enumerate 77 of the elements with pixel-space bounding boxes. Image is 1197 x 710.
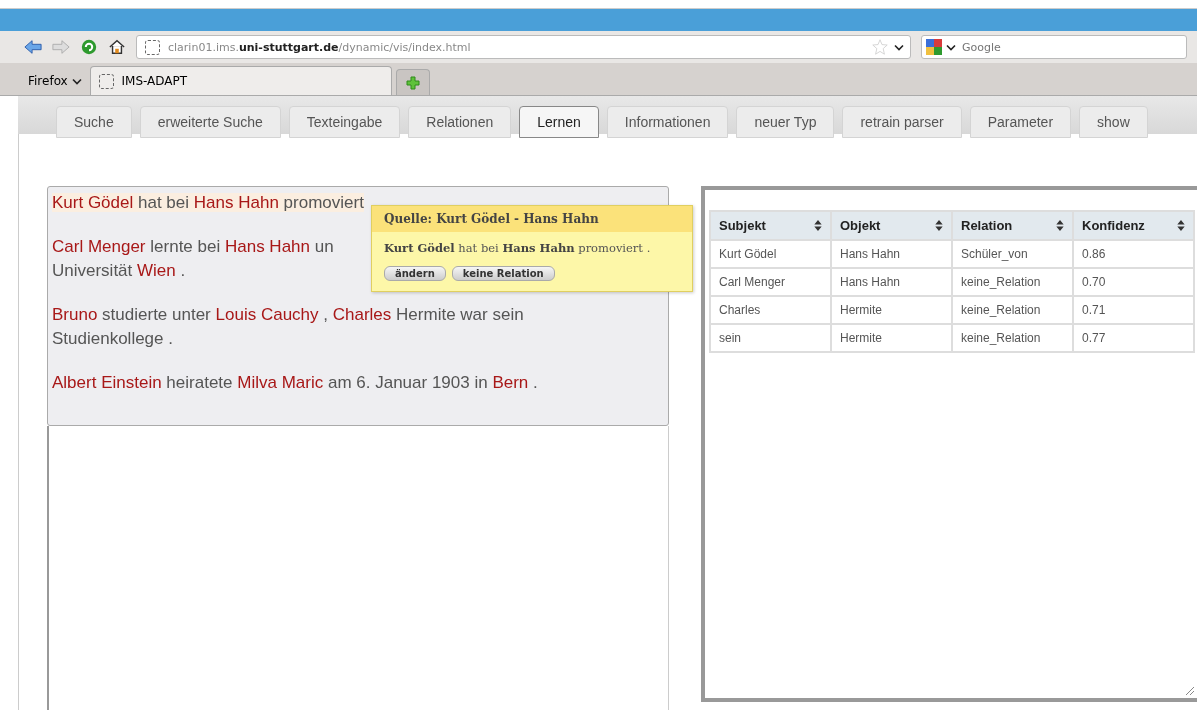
table-cell: keine_Relation [952,268,1073,296]
entity-link[interactable]: Louis Cauchy [215,305,319,324]
nav-tab[interactable]: Relationen [408,106,512,138]
back-arrow-icon[interactable] [24,39,42,55]
sentence-text: Studienkollege . [52,329,173,348]
sort-icon [1056,220,1064,231]
sentence-text: lernte bei [150,237,221,256]
popup-button[interactable]: ändern [384,266,446,281]
sentence-text: hat bei [138,193,190,212]
table-cell: 0.70 [1073,268,1194,296]
nav-tab[interactable]: erweiterte Suche [139,106,281,138]
table-cell: keine_Relation [952,324,1073,352]
sentence-text: un [314,237,334,256]
star-icon[interactable] [872,39,888,55]
table-cell: 0.86 [1073,240,1194,268]
popup-sentence: Kurt Gödel hat bei Hans Hahn promoviert . [383,240,652,257]
table-cell: Charles [710,296,831,324]
nav-tab[interactable]: Suche [56,106,132,138]
sentence-text: studierte unter [102,305,211,324]
new-tab-button[interactable] [395,69,430,95]
search-engine-icon [926,39,942,55]
sentence-text: heiratete [166,373,233,392]
table-cell: Hermite [831,324,952,352]
popup-title: Quelle: Kurt Gödel - Hans Hahn [372,206,692,232]
nav-tab[interactable]: Lernen [519,106,599,138]
column-header[interactable]: Relation [952,211,1073,240]
chevron-down-icon[interactable] [946,43,956,51]
page-icon [145,39,160,55]
entity-link[interactable]: Albert Einstein [52,373,162,392]
sentence-text: , [323,305,328,324]
table-cell: 0.71 [1073,296,1194,324]
table-cell: 0.77 [1073,324,1194,352]
table-cell: Kurt Gödel [710,240,831,268]
sort-icon [814,220,822,231]
nav-tab[interactable]: show [1079,106,1148,138]
home-icon[interactable] [108,39,126,55]
entity-link[interactable]: Bern [492,373,529,392]
entity-link[interactable]: Bruno [52,305,98,324]
nav-tab[interactable]: Texteingabe [288,106,401,138]
sentence-text: Universität [52,261,133,280]
entity-link[interactable]: Milva Maric [237,373,324,392]
table-cell: sein [710,324,831,352]
firefox-menu[interactable]: Firefox [24,67,86,95]
popup-button[interactable]: keine Relation [451,266,555,281]
nav-tab[interactable]: Informationen [606,106,729,138]
sort-icon [1177,220,1185,231]
chevron-down-icon[interactable] [894,43,904,51]
table-cell: Hermite [831,296,952,324]
sentence-text: . [180,261,186,280]
sentence-text: am 6. Januar 1903 in [327,373,488,392]
column-header[interactable]: Konfidenz [1073,211,1194,240]
nav-tab[interactable]: neuer Typ [736,106,835,138]
table-cell: Schüler_von [952,240,1073,268]
entity-link[interactable]: Carl Menger [52,237,146,256]
browser-tab[interactable]: IMS-ADAPT [89,66,392,95]
entity-link[interactable]: Hans Hahn [224,237,310,256]
entity-link[interactable]: Wien [137,261,176,280]
table-cell: Carl Menger [710,268,831,296]
sort-icon [935,220,943,231]
sentence-text: promoviert [283,193,364,212]
entity-link[interactable]: Kurt Gödel [52,193,134,212]
sentence-text: . [533,373,538,392]
nav-tab[interactable]: retrain parser [842,106,962,138]
nav-tab[interactable]: Parameter [969,106,1072,138]
sentence-text: Hermite war sein [396,305,524,324]
table-cell: Hans Hahn [831,268,952,296]
entity-link[interactable]: Hans Hahn [193,193,279,212]
table-cell: keine_Relation [952,296,1073,324]
plus-icon [405,75,420,90]
address-bar[interactable]: clarin01.ims.uni-stuttgart.de/dynamic/vis/index.html [136,35,911,59]
column-header[interactable]: Objekt [831,211,952,240]
chevron-down-icon [71,78,82,85]
entity-link[interactable]: Charles [332,305,392,324]
resize-grip-icon[interactable] [1185,686,1195,696]
table-cell: Hans Hahn [831,240,952,268]
column-header[interactable]: Subjekt [710,211,831,240]
reload-icon[interactable] [80,39,98,55]
